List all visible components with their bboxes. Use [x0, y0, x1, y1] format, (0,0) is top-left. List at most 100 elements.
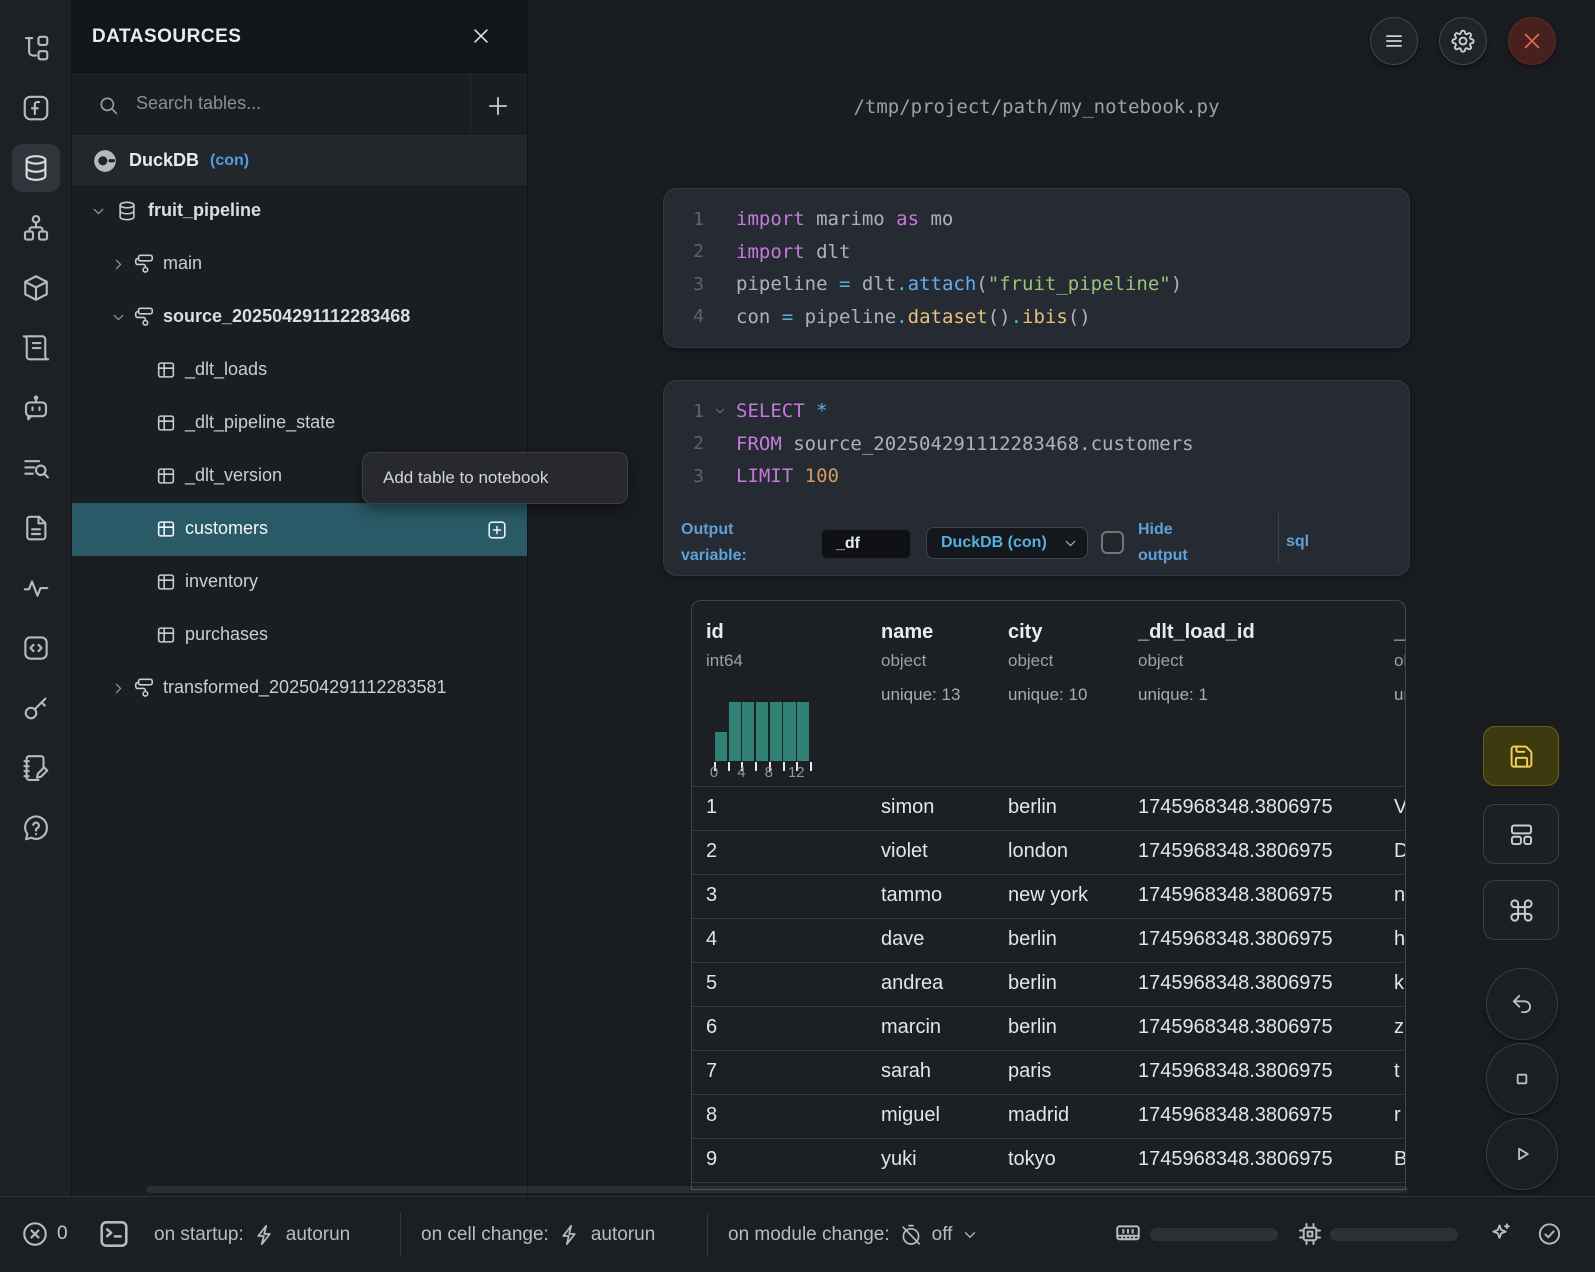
table-row[interactable]: 5andreaberlin1745968348.3806975k: [692, 962, 1405, 1006]
undo-button[interactable]: [1486, 968, 1558, 1040]
chevron-right-icon[interactable]: [110, 680, 127, 697]
column-header-name[interactable]: name: [881, 621, 933, 644]
tree-item-purchases[interactable]: purchases: [72, 609, 527, 662]
column-header-id[interactable]: id: [706, 621, 724, 644]
code-line: 3LIMIT 100: [664, 460, 1409, 493]
table-cell: 8: [706, 1104, 717, 1127]
hierarchy-tab[interactable]: [12, 204, 60, 252]
search-input[interactable]: Search tables...: [136, 93, 261, 114]
tree-item-_dlt_loads[interactable]: _dlt_loads: [72, 344, 527, 397]
check-circle-icon[interactable]: [1536, 1221, 1563, 1248]
table-row[interactable]: 2violetlondon1745968348.3806975D: [692, 830, 1405, 874]
engine-select[interactable]: DuckDB (con): [926, 527, 1088, 559]
tree-item-label: source_202504291112283468: [163, 306, 410, 327]
table-cell: r: [1394, 1104, 1401, 1127]
table-cell: tokyo: [1008, 1148, 1056, 1171]
table-cell: dave: [881, 928, 924, 951]
column-header-city[interactable]: city: [1008, 621, 1042, 644]
code-text: import marimo as mo: [736, 208, 953, 230]
run-button[interactable]: [1486, 1118, 1558, 1190]
key-tab[interactable]: [12, 684, 60, 732]
fold-chevron-icon[interactable]: [704, 404, 736, 418]
close-panel-icon[interactable]: [470, 25, 492, 47]
table-row[interactable]: 6marcinberlin1745968348.3806975z: [692, 1006, 1405, 1050]
notebook-edit-icon: [21, 753, 51, 783]
add-datasource-button[interactable]: [485, 93, 511, 119]
search-list-tab[interactable]: [12, 444, 60, 492]
file-tree-tab[interactable]: [12, 24, 60, 72]
tree-item-customers[interactable]: customers: [72, 503, 527, 556]
sparkles-icon[interactable]: [1486, 1221, 1513, 1248]
table-cell: 1745968348.3806975: [1138, 1016, 1333, 1039]
table-cell: D: [1394, 840, 1406, 863]
tree-item-fruit_pipeline[interactable]: fruit_pipeline: [72, 185, 527, 238]
table-row[interactable]: 7sarahparis1745968348.3806975t: [692, 1050, 1405, 1094]
engine-row-duckdb[interactable]: DuckDB (con): [72, 136, 527, 185]
sql-output-controls: Output variable: _df DuckDB (con) Hide o…: [664, 509, 1409, 571]
close-app-button[interactable]: [1508, 17, 1556, 65]
table-cell: t: [1394, 1060, 1400, 1083]
module-change-mode[interactable]: on module change:off: [728, 1197, 979, 1272]
tree-item-label: _dlt_pipeline_state: [185, 412, 335, 433]
table-row[interactable]: 9yukitokyo1745968348.3806975B: [692, 1138, 1405, 1182]
table-row[interactable]: 3tammonew york1745968348.3806975n: [692, 874, 1405, 918]
sql-editor[interactable]: 1SELECT *2FROM source_202504291112283468…: [664, 381, 1409, 493]
histogram-bar: [783, 702, 795, 761]
package-icon: [21, 273, 51, 303]
tree-item-source_202504291112283468[interactable]: source_202504291112283468: [72, 291, 527, 344]
chevron-down-icon[interactable]: [90, 203, 107, 220]
code-block-tab[interactable]: [12, 624, 60, 672]
table-cell: 4: [706, 928, 717, 951]
hide-output-checkbox[interactable]: [1101, 531, 1124, 554]
package-tab[interactable]: [12, 264, 60, 312]
tree-item-inventory[interactable]: inventory: [72, 556, 527, 609]
table-cell: z: [1394, 1016, 1404, 1039]
chevron-right-icon[interactable]: [110, 256, 127, 273]
column-header-_dlt_id[interactable]: _dlt_id: [1394, 621, 1406, 644]
terminal-icon[interactable]: [96, 1216, 132, 1252]
startup-mode[interactable]: on startup:autorun: [154, 1197, 350, 1272]
function-tab[interactable]: [12, 84, 60, 132]
table-cell: 1745968348.3806975: [1138, 972, 1333, 995]
layout-button[interactable]: [1483, 804, 1559, 864]
tree-item-transformed_202504291112283581[interactable]: transformed_202504291112283581: [72, 662, 527, 715]
gear-icon: [1450, 28, 1476, 54]
chevron-down-icon[interactable]: [110, 309, 127, 326]
python-import-cell[interactable]: 1import marimo as mo2import dlt3pipeline…: [663, 188, 1410, 348]
activity-bar: [0, 0, 72, 1196]
document-tab[interactable]: [12, 504, 60, 552]
bot-tab[interactable]: [12, 384, 60, 432]
menu-button[interactable]: [1370, 17, 1418, 65]
histogram-tick-label: 0: [710, 764, 718, 781]
add-table-to-notebook-button[interactable]: [486, 519, 508, 541]
help-tab[interactable]: [12, 804, 60, 852]
table-cell: 7: [706, 1060, 717, 1083]
horizontal-scrollbar[interactable]: [146, 1186, 1408, 1193]
histogram-tick: [728, 762, 730, 771]
scroll-tab[interactable]: [12, 324, 60, 372]
settings-button[interactable]: [1439, 17, 1487, 65]
notebook-edit-tab[interactable]: [12, 744, 60, 792]
command-palette-button[interactable]: [1483, 880, 1559, 940]
table-row[interactable]: 4daveberlin1745968348.3806975h: [692, 918, 1405, 962]
error-circle-icon[interactable]: [20, 1219, 50, 1249]
table-row[interactable]: 1simonberlin1745968348.3806975V: [692, 786, 1405, 830]
search-list-icon: [21, 453, 51, 483]
scroll-icon: [21, 333, 51, 363]
table-row[interactable]: 8miguelmadrid1745968348.3806975r: [692, 1094, 1405, 1138]
column-header-_dlt_load_id[interactable]: _dlt_load_id: [1138, 621, 1255, 644]
histogram-tick-label: 8: [765, 764, 773, 781]
database-tab[interactable]: [12, 144, 60, 192]
tree-item-main[interactable]: main: [72, 238, 527, 291]
sql-cell[interactable]: 1SELECT *2FROM source_202504291112283468…: [663, 380, 1410, 576]
code-editor[interactable]: 1import marimo as mo2import dlt3pipeline…: [664, 189, 1409, 333]
output-variable-input[interactable]: _df: [821, 529, 911, 559]
tree-item-_dlt_pipeline_state[interactable]: _dlt_pipeline_state: [72, 397, 527, 450]
cell-change-mode[interactable]: on cell change:autorun: [421, 1197, 655, 1272]
table-cell: 1: [706, 796, 717, 819]
table-cell: 1745968348.3806975: [1138, 884, 1333, 907]
save-button[interactable]: [1483, 726, 1559, 786]
stop-button[interactable]: [1486, 1043, 1558, 1115]
activity-tab[interactable]: [12, 564, 60, 612]
status-label: on startup:: [154, 1224, 244, 1246]
